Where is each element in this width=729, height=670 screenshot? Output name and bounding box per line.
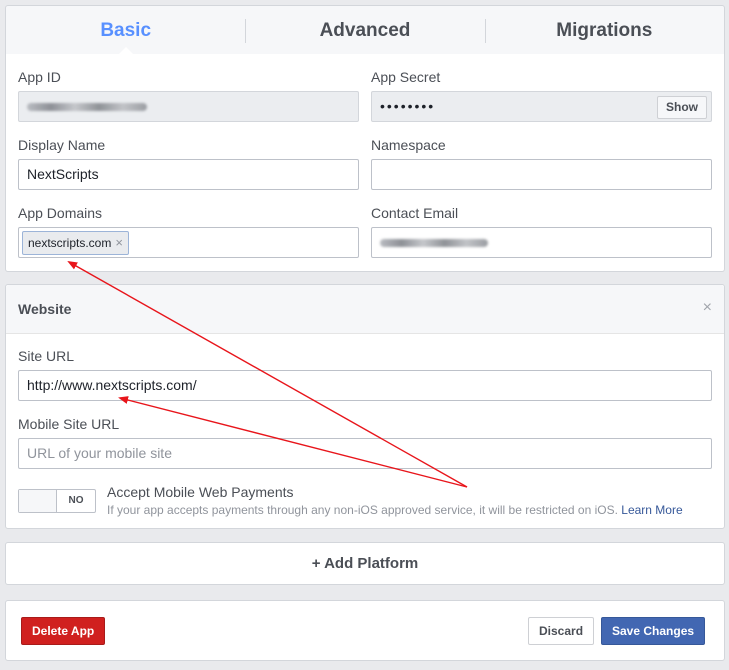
app-domain-token: nextscripts.com × xyxy=(22,231,129,255)
contact-email-label: Contact Email xyxy=(371,205,459,221)
redacted-contact-email xyxy=(380,239,488,248)
close-icon[interactable]: × xyxy=(703,299,712,317)
app-domains-field[interactable]: nextscripts.com × xyxy=(18,227,359,258)
site-url-label: Site URL xyxy=(18,348,75,364)
redacted-app-id xyxy=(27,103,147,112)
namespace-label: Namespace xyxy=(371,137,446,153)
learn-more-link[interactable]: Learn More xyxy=(621,503,682,517)
payments-description-text: If your app accepts payments through any… xyxy=(107,503,618,517)
show-secret-button[interactable]: Show xyxy=(657,96,707,119)
website-panel-title: Website xyxy=(18,301,72,317)
app-id-field[interactable] xyxy=(18,91,359,122)
app-id-label: App ID xyxy=(18,69,61,85)
app-secret-label: App Secret xyxy=(371,69,441,85)
save-changes-button[interactable]: Save Changes xyxy=(601,617,706,645)
mobile-payments-toggle[interactable]: NO xyxy=(18,489,96,513)
namespace-field[interactable] xyxy=(371,159,712,190)
payments-title: Accept Mobile Web Payments xyxy=(107,484,294,500)
app-secret-field[interactable]: •••••••• Show xyxy=(371,91,712,122)
toggle-knob xyxy=(19,490,57,512)
site-url-field[interactable]: http://www.nextscripts.com/ xyxy=(18,370,712,401)
toggle-state-label: NO xyxy=(68,495,84,506)
discard-button[interactable]: Discard xyxy=(528,617,595,645)
contact-email-field[interactable] xyxy=(371,227,712,258)
payments-description: If your app accepts payments through any… xyxy=(107,503,683,517)
mobile-site-url-field[interactable]: URL of your mobile site xyxy=(18,438,712,469)
basic-settings-panel: App ID App Secret •••••••• Show Display … xyxy=(5,54,725,272)
website-panel-header: Website × xyxy=(6,285,724,334)
tab-migrations-label: Migrations xyxy=(556,20,653,41)
display-name-label: Display Name xyxy=(18,137,106,153)
website-platform-panel: Website × Site URL http://www.nextscript… xyxy=(5,284,725,529)
app-domains-label: App Domains xyxy=(18,205,103,221)
tab-migrations[interactable]: Migrations xyxy=(484,6,724,54)
tab-advanced-label: Advanced xyxy=(319,20,411,41)
remove-token-icon[interactable]: × xyxy=(115,235,123,250)
display-name-field[interactable]: NextScripts xyxy=(18,159,359,190)
app-domain-token-label: nextscripts.com xyxy=(28,236,112,250)
add-platform-button[interactable]: + Add Platform xyxy=(5,542,725,585)
footer-actions: Delete App Discard Save Changes xyxy=(5,600,725,661)
mobile-site-url-label: Mobile Site URL xyxy=(18,416,120,432)
tab-basic-label: Basic xyxy=(100,20,152,41)
tab-basic[interactable]: Basic xyxy=(6,6,245,55)
app-secret-value: •••••••• xyxy=(380,98,436,114)
tab-advanced[interactable]: Advanced xyxy=(245,6,484,54)
delete-app-button[interactable]: Delete App xyxy=(21,617,106,645)
settings-tabs: Basic Advanced Migrations xyxy=(5,5,725,55)
